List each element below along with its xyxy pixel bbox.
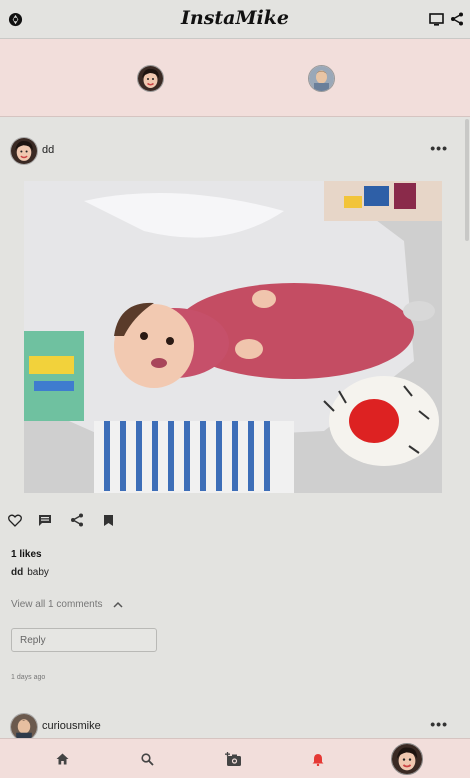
scrollbar-thumb[interactable] xyxy=(465,119,469,241)
post-author-avatar-2[interactable] xyxy=(10,713,38,738)
search-icon[interactable] xyxy=(137,749,157,769)
post-header: dd ••• xyxy=(10,137,460,167)
camera-add-icon[interactable] xyxy=(223,749,243,769)
more-options-icon[interactable]: ••• xyxy=(430,140,448,156)
top-bar: InstaMike xyxy=(0,0,470,39)
post-timestamp: 1 days ago xyxy=(11,674,46,681)
home-icon[interactable] xyxy=(52,749,72,769)
story-avatar-man[interactable] xyxy=(308,65,335,92)
bookmark-icon[interactable] xyxy=(99,511,117,529)
post-actions xyxy=(6,511,136,533)
view-comments-label: View all 1 comments xyxy=(11,599,103,610)
bell-icon[interactable] xyxy=(308,749,328,769)
app-title: InstaMike xyxy=(181,7,289,29)
post-username[interactable]: dd xyxy=(42,144,54,156)
heart-icon[interactable] xyxy=(6,511,24,529)
profile-avatar[interactable] xyxy=(391,743,423,775)
post-caption: dd baby xyxy=(11,567,49,578)
chevron-up-icon xyxy=(113,601,123,608)
reply-input[interactable] xyxy=(11,628,157,652)
more-options-icon-2[interactable]: ••• xyxy=(430,716,448,732)
post-header-2: curiousmike ••• xyxy=(10,713,460,738)
share-post-icon[interactable] xyxy=(68,511,86,529)
comment-icon[interactable] xyxy=(36,511,54,529)
likes-count: 1 likes xyxy=(11,549,42,560)
stories-bar xyxy=(0,39,470,117)
feed[interactable]: dd ••• 1 likes dd baby View all 1 commen… xyxy=(0,117,470,738)
post-image[interactable] xyxy=(24,181,442,493)
view-comments-link[interactable]: View all 1 comments xyxy=(11,599,123,610)
caption-username[interactable]: dd xyxy=(11,567,23,578)
caption-text: baby xyxy=(27,567,49,578)
bottom-nav xyxy=(0,738,470,778)
tv-icon[interactable] xyxy=(428,11,444,27)
post-username-2[interactable]: curiousmike xyxy=(42,720,101,732)
share-icon[interactable] xyxy=(449,11,465,27)
story-avatar-woman[interactable] xyxy=(137,65,164,92)
post-author-avatar[interactable] xyxy=(10,137,38,165)
